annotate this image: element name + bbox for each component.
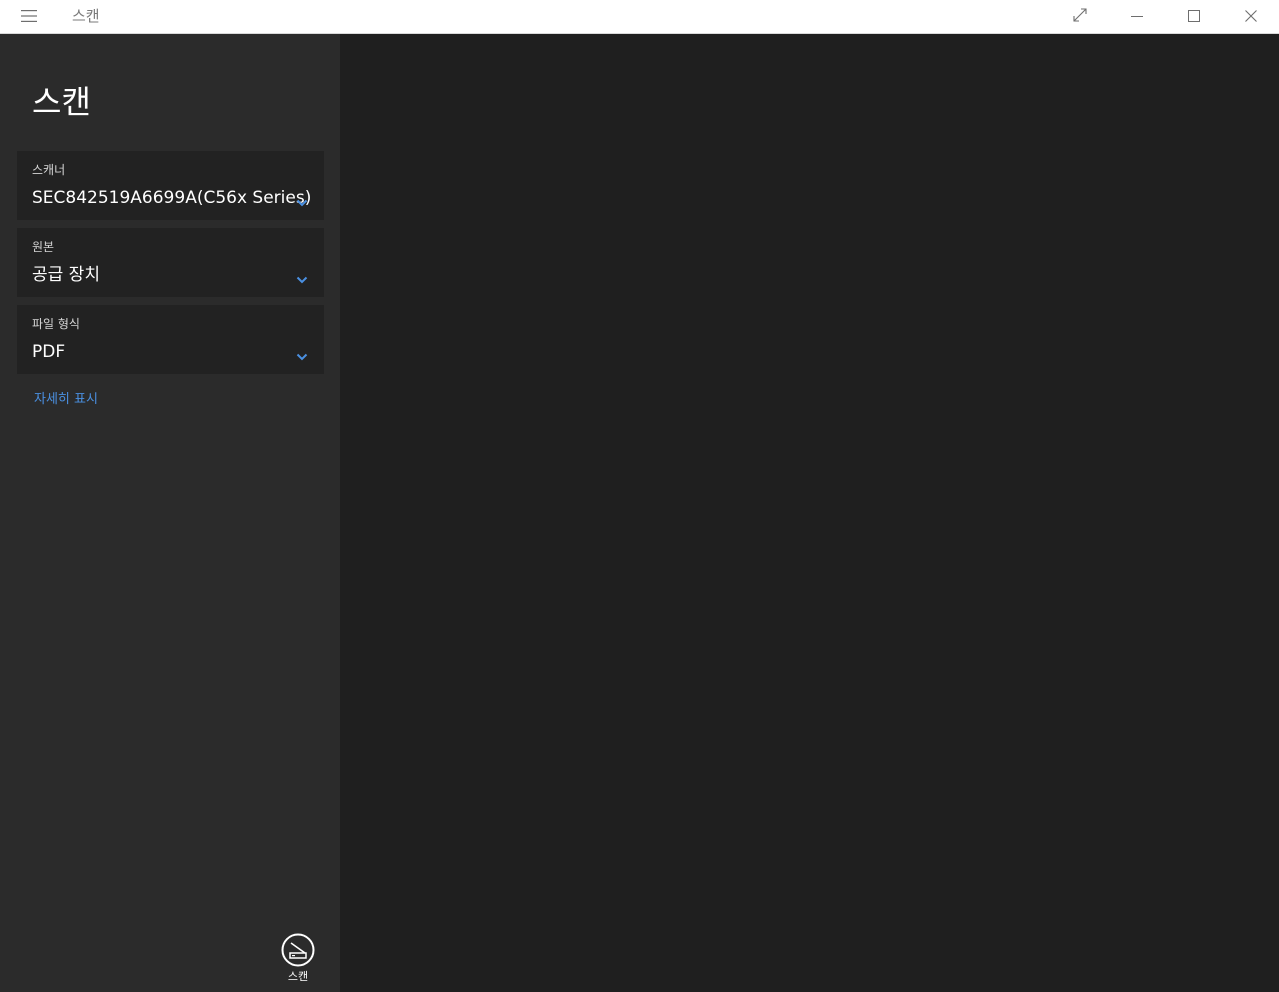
scan-button[interactable]: 스캔 [272, 932, 324, 988]
title-bar: 스캔 [0, 0, 1279, 34]
hamburger-menu-icon[interactable] [14, 1, 44, 31]
scanner-label: 스캐너 [32, 163, 66, 177]
maximize-button[interactable] [1171, 0, 1217, 32]
minimize-button[interactable] [1114, 0, 1160, 32]
scan-preview-area [340, 34, 1279, 992]
app-title: 스캔 [72, 7, 100, 25]
close-icon [1245, 7, 1257, 26]
file-type-value: PDF [32, 342, 66, 362]
file-type-dropdown[interactable]: 파일 형식 PDF [17, 305, 324, 374]
chevron-down-icon [296, 270, 308, 284]
scanner-dropdown[interactable]: 스캐너 SEC842519A6699A(C56x Series) [17, 151, 324, 220]
scan-button-label: 스캔 [287, 970, 309, 983]
chevron-down-icon [296, 347, 308, 361]
source-dropdown[interactable]: 원본 공급 장치 [17, 228, 324, 297]
chevron-down-icon [296, 193, 308, 207]
file-type-label: 파일 형식 [32, 317, 80, 331]
expand-icon [1073, 7, 1087, 26]
settings-sidebar: 스캔 스캐너 SEC842519A6699A(C56x Series) 원본 공… [0, 34, 340, 992]
source-label: 원본 [32, 240, 55, 254]
page-title: 스캔 [32, 83, 91, 121]
close-button[interactable] [1228, 0, 1274, 32]
maximize-icon [1188, 7, 1200, 26]
scanner-icon [281, 933, 315, 967]
show-more-link[interactable]: 자세히 표시 [34, 391, 98, 409]
scanner-value: SEC842519A6699A(C56x Series) [32, 188, 312, 208]
fullscreen-button[interactable] [1057, 0, 1103, 32]
source-value: 공급 장치 [32, 265, 100, 285]
minimize-icon [1131, 7, 1143, 26]
